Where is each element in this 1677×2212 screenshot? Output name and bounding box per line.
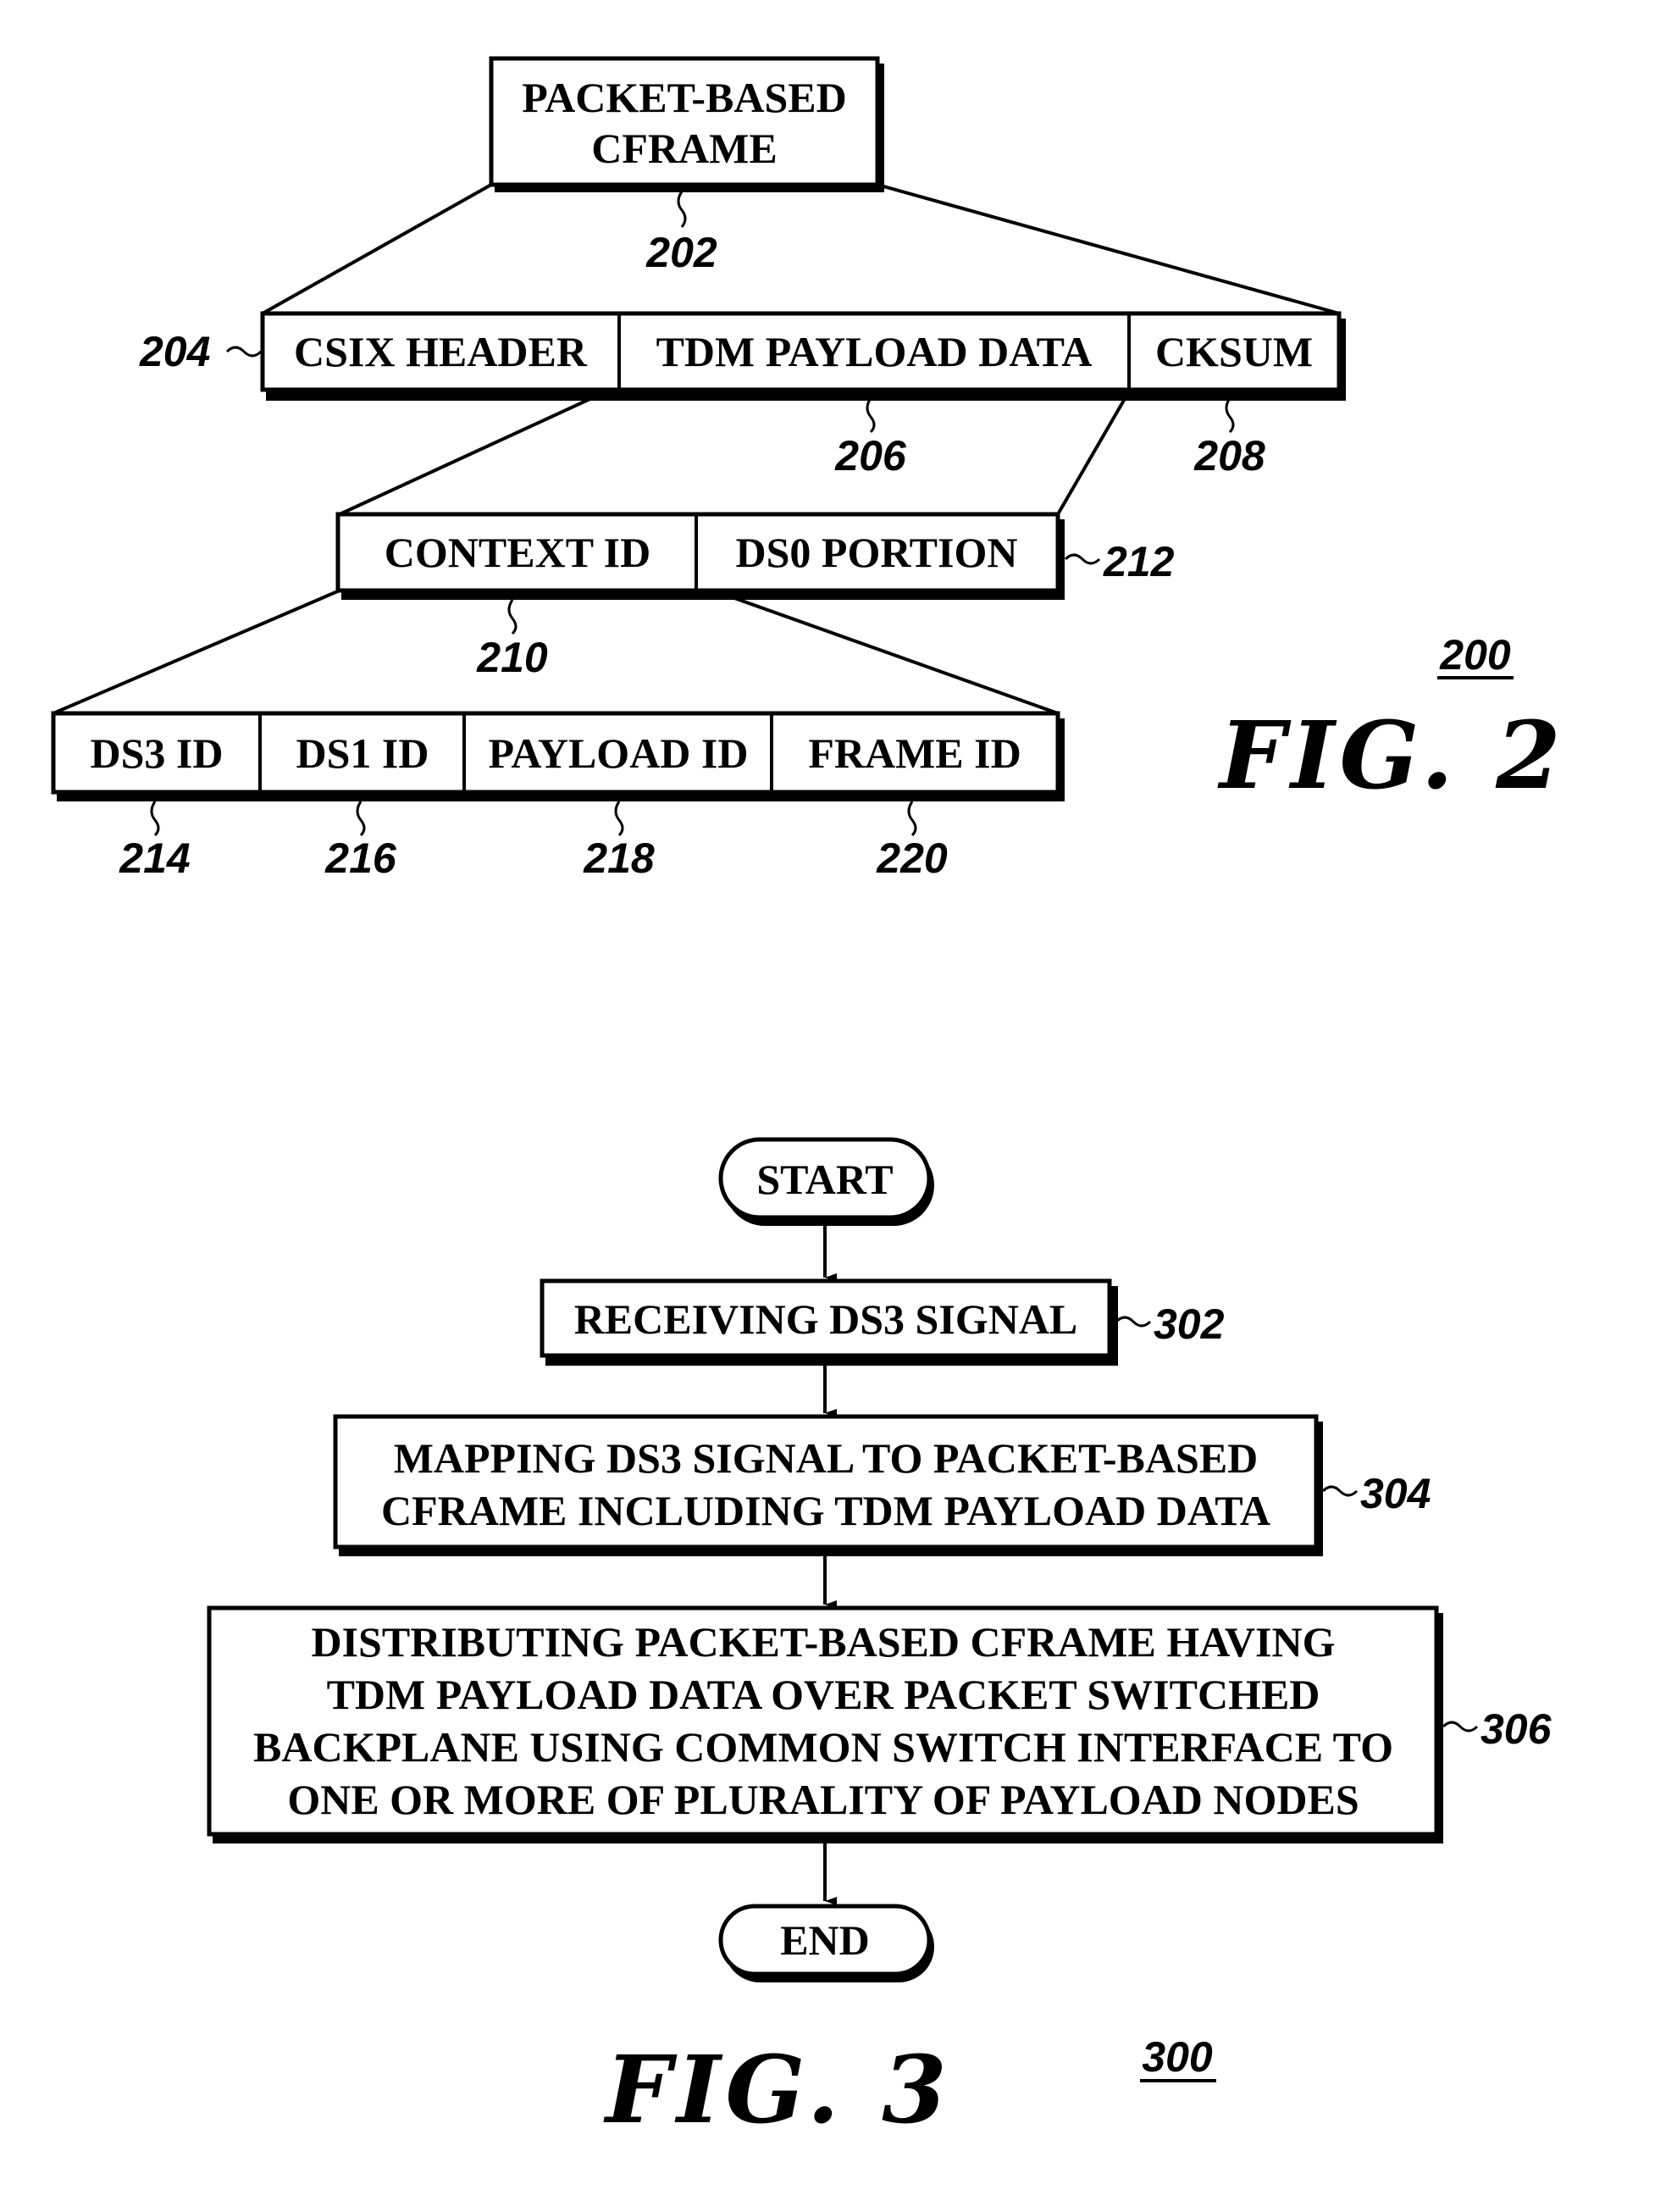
reference-numeral: 210	[476, 634, 548, 681]
figure-reference-numeral: 200	[1439, 631, 1511, 679]
lead-line	[150, 801, 160, 837]
lead-line	[356, 801, 366, 837]
step-306-box: DISTRIBUTING PACKET-BASED CFRAME HAVING …	[207, 1605, 1443, 1843]
step-label-line: BACKPLANE USING COMMON SWITCH INTERFACE …	[253, 1723, 1393, 1771]
reference-numeral: 220	[876, 834, 948, 882]
lead-line	[1064, 553, 1101, 565]
lead-line	[1115, 1316, 1152, 1328]
lead-line	[1442, 1721, 1479, 1732]
reference-numeral: 304	[1360, 1470, 1431, 1517]
field-csix-header: CSIX HEADER	[294, 328, 588, 375]
figure-caption: FIG. 3	[603, 2035, 952, 2144]
step-302-box: RECEIVING DS3 SIGNAL	[540, 1278, 1118, 1366]
lead-line	[677, 191, 687, 228]
reference-numeral: 206	[834, 432, 907, 480]
figure-caption: FIG. 2	[1217, 701, 1566, 810]
figure-reference-numeral: 300	[1142, 2033, 1213, 2081]
field-ds0-portion: DS0 PORTION	[735, 529, 1017, 576]
field-tdm-payload-data: TDM PAYLOAD DATA	[656, 328, 1093, 375]
field-ds1-id: DS1 ID	[296, 729, 429, 777]
expansion-line	[877, 183, 1340, 315]
end-terminator: END	[718, 1904, 934, 1982]
step-label-line: ONE OR MORE OF PLURALITY OF PAYLOAD NODE…	[287, 1776, 1359, 1823]
reference-numeral: 302	[1154, 1300, 1225, 1348]
reference-numeral: 218	[583, 834, 655, 882]
field-frame-id: FRAME ID	[808, 729, 1021, 777]
reference-numeral: 208	[1193, 432, 1265, 480]
lead-line	[614, 801, 624, 837]
reference-numeral: 204	[139, 328, 210, 375]
step-label-line: DISTRIBUTING PACKET-BASED CFRAME HAVING	[311, 1618, 1335, 1666]
start-terminator: START	[718, 1137, 934, 1226]
expansion-line	[339, 390, 607, 516]
step-label-line: CFRAME INCLUDING TDM PAYLOAD DATA	[381, 1487, 1270, 1534]
reference-numeral: 202	[645, 229, 717, 276]
payload-fields-row: CONTEXT ID DS0 PORTION	[335, 512, 1065, 600]
reference-numeral: 306	[1481, 1705, 1552, 1753]
field-ds3-id: DS3 ID	[91, 729, 224, 777]
lead-line	[225, 346, 263, 358]
fig3-flowchart: START RECEIVING DS3 SIGNAL 302 MAPPING D…	[207, 1137, 1552, 2144]
lead-line	[866, 397, 876, 434]
box-label-line: CFRAME	[591, 125, 777, 172]
field-context-id: CONTEXT ID	[385, 529, 650, 576]
lead-line	[907, 801, 917, 837]
packet-based-cframe-box: PACKET-BASED CFRAME	[489, 56, 884, 192]
expansion-line	[712, 589, 1059, 715]
box-label-line: PACKET-BASED	[522, 74, 846, 121]
end-label: END	[780, 1916, 870, 1964]
reference-numeral: 212	[1103, 538, 1175, 585]
step-label-line: TDM PAYLOAD DATA OVER PACKET SWITCHED	[327, 1671, 1320, 1718]
fig2-diagram: PACKET-BASED CFRAME 202 CSIX HEADER TDM …	[51, 56, 1566, 882]
expansion-line	[1056, 390, 1131, 516]
lead-line	[507, 599, 517, 635]
context-id-fields-row: DS3 ID DS1 ID PAYLOAD ID FRAME ID	[51, 711, 1065, 801]
step-304-box: MAPPING DS3 SIGNAL TO PACKET-BASED CFRAM…	[333, 1414, 1323, 1556]
start-label: START	[756, 1156, 893, 1203]
patent-drawing-sheet: PACKET-BASED CFRAME 202 CSIX HEADER TDM …	[51, 56, 1566, 2144]
expansion-line	[53, 589, 340, 715]
field-cksum: CKSUM	[1155, 328, 1313, 375]
lead-line	[1321, 1485, 1359, 1497]
step-label-line: RECEIVING DS3 SIGNAL	[574, 1295, 1078, 1343]
cframe-fields-row: CSIX HEADER TDM PAYLOAD DATA CKSUM	[260, 311, 1346, 401]
lead-line	[1225, 397, 1235, 434]
field-payload-id: PAYLOAD ID	[489, 729, 749, 777]
step-label-line: MAPPING DS3 SIGNAL TO PACKET-BASED	[394, 1434, 1259, 1482]
reference-numeral: 214	[119, 834, 190, 882]
expansion-line	[262, 183, 492, 315]
reference-numeral: 216	[324, 834, 397, 882]
